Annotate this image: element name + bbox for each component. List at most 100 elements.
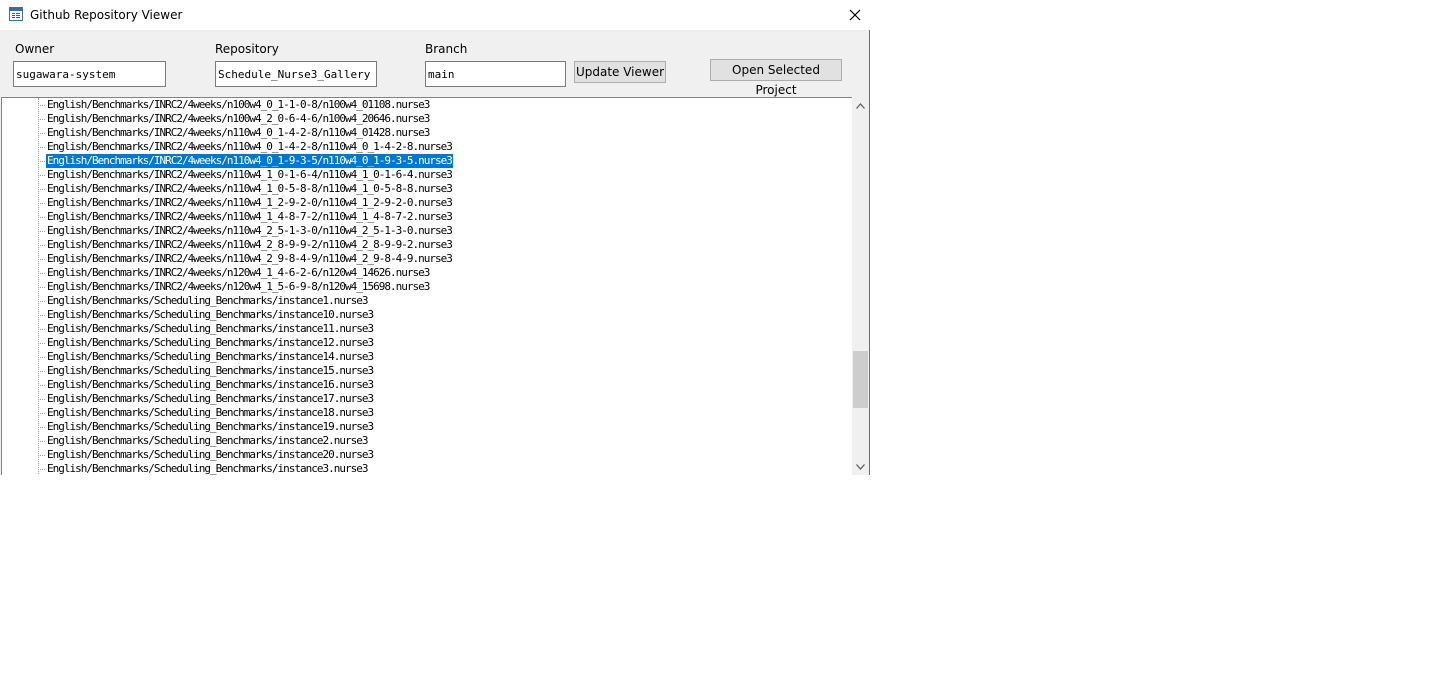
tree-branch-line	[38, 315, 45, 316]
tree-item[interactable]: English/Benchmarks/Scheduling_Benchmarks…	[2, 378, 852, 392]
tree-branch-line	[38, 455, 45, 456]
tree-item-label: English/Benchmarks/INRC2/4weeks/n110w4_0…	[45, 153, 454, 169]
tree-item-label: English/Benchmarks/INRC2/4weeks/n100w4_0…	[47, 98, 430, 111]
tree-item[interactable]: English/Benchmarks/INRC2/4weeks/n110w4_1…	[2, 182, 852, 196]
tree-item[interactable]: English/Benchmarks/INRC2/4weeks/n110w4_2…	[2, 252, 852, 266]
tree-item[interactable]: English/Benchmarks/INRC2/4weeks/n110w4_0…	[2, 126, 852, 140]
close-button[interactable]	[839, 0, 870, 30]
tree-branch-line	[38, 161, 45, 162]
tree-item-label: English/Benchmarks/Scheduling_Benchmarks…	[47, 350, 374, 363]
scroll-up-button[interactable]	[852, 97, 869, 114]
tree-item-label: English/Benchmarks/INRC2/4weeks/n120w4_1…	[47, 266, 430, 279]
tree-item[interactable]: English/Benchmarks/Scheduling_Benchmarks…	[2, 406, 852, 420]
tree-vertical-scrollbar[interactable]	[852, 97, 869, 475]
tree-branch-line	[38, 301, 45, 302]
tree-item[interactable]: English/Benchmarks/Scheduling_Benchmarks…	[2, 336, 852, 350]
tree-item-label: English/Benchmarks/INRC2/4weeks/n110w4_1…	[47, 196, 453, 209]
tree-branch-line	[38, 329, 45, 330]
tree-item-label: English/Benchmarks/INRC2/4weeks/n110w4_2…	[47, 252, 453, 265]
scroll-thumb[interactable]	[853, 351, 868, 408]
tree-item[interactable]: English/Benchmarks/INRC2/4weeks/n110w4_0…	[2, 140, 852, 154]
tree-branch-line	[38, 469, 45, 470]
branch-label: Branch	[425, 42, 468, 56]
tree-branch-line	[38, 371, 45, 372]
repository-tree-view[interactable]: English/Benchmarks/INRC2/4weeks/n100w4_0…	[1, 97, 852, 475]
tree-branch-line	[38, 441, 45, 442]
tree-item[interactable]: English/Benchmarks/Scheduling_Benchmarks…	[2, 364, 852, 378]
close-icon	[849, 9, 860, 21]
tree-item-label: English/Benchmarks/Scheduling_Benchmarks…	[47, 308, 374, 321]
tree-item[interactable]: English/Benchmarks/Scheduling_Benchmarks…	[2, 434, 852, 448]
tree-item[interactable]: English/Benchmarks/Scheduling_Benchmarks…	[2, 294, 852, 308]
tree-item-label: English/Benchmarks/Scheduling_Benchmarks…	[47, 336, 374, 349]
tree-branch-line	[38, 133, 45, 134]
tree-item[interactable]: English/Benchmarks/Scheduling_Benchmarks…	[2, 322, 852, 336]
title-bar[interactable]: Github Repository Viewer	[0, 0, 870, 30]
tree-item[interactable]: English/Benchmarks/INRC2/4weeks/n110w4_1…	[2, 196, 852, 210]
tree-item-label: English/Benchmarks/Scheduling_Benchmarks…	[47, 434, 368, 447]
tree-item-label: English/Benchmarks/INRC2/4weeks/n110w4_1…	[47, 168, 453, 181]
tree-branch-line	[38, 175, 45, 176]
scroll-down-button[interactable]	[852, 458, 869, 475]
tree-item-label: English/Benchmarks/Scheduling_Benchmarks…	[47, 392, 374, 405]
tree-branch-line	[38, 273, 45, 274]
tree-item-label: English/Benchmarks/INRC2/4weeks/n110w4_0…	[47, 140, 453, 153]
tree-item-label: English/Benchmarks/Scheduling_Benchmarks…	[47, 420, 374, 433]
tree-branch-line	[38, 427, 45, 428]
tree-item[interactable]: English/Benchmarks/Scheduling_Benchmarks…	[2, 392, 852, 406]
tree-item-label: English/Benchmarks/Scheduling_Benchmarks…	[47, 364, 374, 377]
tree-item-label: English/Benchmarks/Scheduling_Benchmarks…	[47, 378, 374, 391]
tree-item[interactable]: English/Benchmarks/INRC2/4weeks/n110w4_2…	[2, 224, 852, 238]
tree-branch-line	[38, 147, 45, 148]
tree-branch-line	[38, 399, 45, 400]
branch-input[interactable]	[425, 61, 566, 87]
tree-item[interactable]: English/Benchmarks/Scheduling_Benchmarks…	[2, 448, 852, 462]
tree-item[interactable]: English/Benchmarks/Scheduling_Benchmarks…	[2, 420, 852, 434]
tree-branch-line	[38, 231, 45, 232]
chevron-down-icon	[856, 463, 865, 470]
window-title: Github Repository Viewer	[30, 8, 183, 22]
tree-item[interactable]: English/Benchmarks/Scheduling_Benchmarks…	[2, 308, 852, 322]
update-viewer-button[interactable]: Update Viewer	[574, 61, 666, 83]
chevron-up-icon	[856, 102, 865, 109]
tree-branch-line	[38, 413, 45, 414]
tree-item-label: English/Benchmarks/Scheduling_Benchmarks…	[47, 322, 374, 335]
owner-input[interactable]	[13, 61, 166, 87]
tree-item-label: English/Benchmarks/Scheduling_Benchmarks…	[47, 462, 368, 475]
tree-branch-line	[38, 259, 45, 260]
tree-item[interactable]: English/Benchmarks/INRC2/4weeks/n110w4_2…	[2, 238, 852, 252]
tree-item-label: English/Benchmarks/Scheduling_Benchmarks…	[47, 294, 368, 307]
tree-item-label: English/Benchmarks/Scheduling_Benchmarks…	[47, 448, 374, 461]
tree-branch-line	[38, 189, 45, 190]
owner-label: Owner	[15, 42, 55, 56]
tree-item[interactable]: English/Benchmarks/INRC2/4weeks/n120w4_1…	[2, 280, 852, 294]
app-window: Github Repository Viewer Owner Repositor…	[0, 0, 870, 475]
tree-branch-line	[38, 203, 45, 204]
tree-item[interactable]: English/Benchmarks/Scheduling_Benchmarks…	[2, 350, 852, 364]
tree-item-label: English/Benchmarks/INRC2/4weeks/n110w4_2…	[47, 238, 453, 251]
tree-branch-line	[38, 343, 45, 344]
tree-item[interactable]: English/Benchmarks/INRC2/4weeks/n120w4_1…	[2, 266, 852, 280]
tree-item[interactable]: English/Benchmarks/INRC2/4weeks/n100w4_2…	[2, 112, 852, 126]
window-app-icon	[9, 7, 23, 21]
tree-branch-line	[38, 217, 45, 218]
tree-item-label: English/Benchmarks/INRC2/4weeks/n110w4_1…	[47, 210, 453, 223]
tree-branch-line	[38, 357, 45, 358]
tree-item-label: English/Benchmarks/INRC2/4weeks/n110w4_0…	[47, 126, 430, 139]
tree-item[interactable]: English/Benchmarks/INRC2/4weeks/n110w4_1…	[2, 210, 852, 224]
tree-item[interactable]: English/Benchmarks/Scheduling_Benchmarks…	[2, 462, 852, 475]
tree-branch-line	[38, 245, 45, 246]
tree-item[interactable]: English/Benchmarks/INRC2/4weeks/n110w4_0…	[2, 153, 852, 169]
tree-branch-line	[38, 105, 45, 106]
tree-branch-line	[38, 119, 45, 120]
tree-item-label: English/Benchmarks/INRC2/4weeks/n110w4_2…	[47, 224, 453, 237]
repository-input[interactable]	[215, 61, 377, 87]
tree-item[interactable]: English/Benchmarks/INRC2/4weeks/n110w4_1…	[2, 168, 852, 182]
tree-item[interactable]: English/Benchmarks/INRC2/4weeks/n100w4_0…	[2, 98, 852, 112]
tree-branch-line	[38, 385, 45, 386]
tree-item-label: English/Benchmarks/INRC2/4weeks/n110w4_1…	[47, 182, 453, 195]
repository-label: Repository	[215, 42, 279, 56]
tree-item-label: English/Benchmarks/INRC2/4weeks/n120w4_1…	[47, 280, 430, 293]
open-selected-project-button[interactable]: Open Selected Project	[710, 59, 842, 97]
tree-branch-line	[38, 287, 45, 288]
